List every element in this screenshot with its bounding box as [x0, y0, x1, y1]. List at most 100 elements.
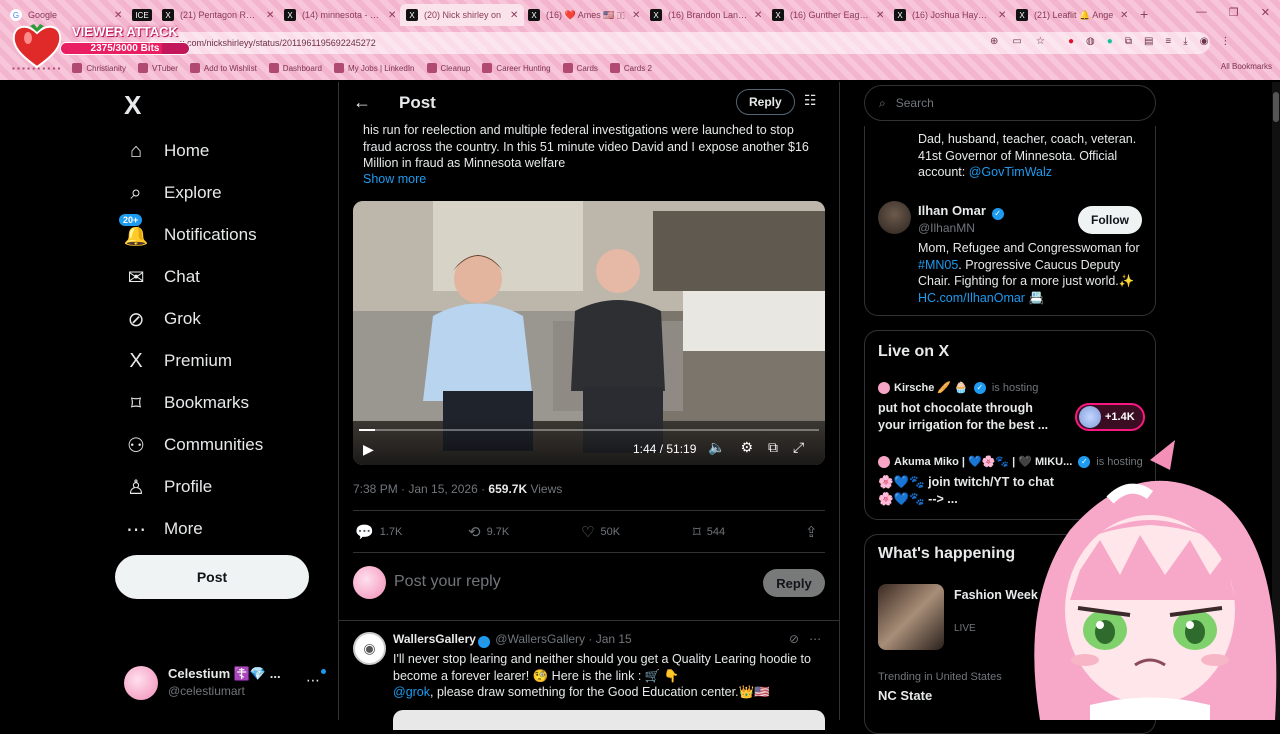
extension-icon[interactable]: ◍	[1086, 36, 1095, 47]
listeners-pill[interactable]: +1.4K	[1075, 403, 1145, 431]
bio-text: Mom, Refugee and Congresswoman for	[918, 241, 1140, 255]
repost-action[interactable]: ⟲ 9.7K	[468, 523, 509, 541]
fullscreen-icon[interactable]: ⤢	[793, 439, 804, 456]
nav-item-grok[interactable]: ⊘ Grok	[110, 298, 330, 340]
address-bar[interactable]: x.com/nickshirleyy/status/20119611956922…	[150, 32, 1210, 54]
video-progress-bar[interactable]	[359, 429, 819, 431]
download-icon[interactable]: ⤓	[1183, 36, 1187, 47]
bookmark-item[interactable]: Cards	[562, 63, 598, 73]
avatar[interactable]	[878, 201, 911, 234]
bookmark-item[interactable]: Cleanup	[426, 63, 471, 73]
bio-link[interactable]: @GovTimWalz	[969, 165, 1052, 179]
bookmark-label: Cleanup	[440, 63, 471, 73]
tab-close-icon[interactable]: ✕	[876, 10, 884, 21]
nav-item-notifications[interactable]: 🔔 20+ Notifications	[110, 213, 330, 256]
follow-button[interactable]: Follow	[1078, 206, 1142, 234]
tab-close-icon[interactable]: ✕	[998, 10, 1006, 21]
share-action[interactable]: ⇪	[805, 523, 818, 541]
play-icon[interactable]: ▶	[363, 441, 374, 458]
opera-icon[interactable]: ●	[1068, 36, 1074, 47]
tab-close-icon[interactable]: ✕	[632, 10, 640, 21]
grammarly-icon[interactable]: ●	[1107, 36, 1113, 47]
hashtag-link[interactable]: #MN05	[918, 258, 958, 272]
nav-item-home[interactable]: ⌂ Home	[110, 130, 330, 172]
browser-tab[interactable]: X (20) Nick shirley on ✕	[400, 4, 525, 26]
reply-submit-button[interactable]: Reply	[763, 569, 825, 597]
tab-close-icon[interactable]: ✕	[510, 10, 518, 21]
more-dots-icon[interactable]: ⋯	[809, 632, 821, 646]
star-icon[interactable]: ☆	[1036, 36, 1045, 47]
restore-icon[interactable]: ❐	[1229, 6, 1239, 19]
search-input[interactable]: ⌕ Search	[864, 85, 1156, 121]
trend-name[interactable]: NC State	[878, 688, 932, 703]
post-button[interactable]: Post	[115, 555, 309, 599]
browser-tab[interactable]: X (16) Brandon Lansdo ✕	[644, 4, 768, 26]
all-bookmarks[interactable]: All Bookmarks	[1221, 62, 1272, 71]
nav-item-profile[interactable]: ♙ Profile	[110, 466, 330, 508]
browser-tab[interactable]: X (21) Leaflit 🔔 Ange ✕	[1010, 4, 1134, 26]
close-icon[interactable]: ✕	[1261, 6, 1270, 19]
tab-title: (21) Pentagon Readi	[180, 10, 260, 20]
show-more-link[interactable]: Show more	[363, 172, 426, 186]
nav-item-premium[interactable]: X Premium	[110, 340, 330, 382]
scrollbar-thumb[interactable]	[1273, 92, 1279, 122]
bookmark-item[interactable]: My Jobs | LinkedIn	[333, 63, 415, 73]
account-switcher[interactable]: Celestium ☦️💎 ... @celestiumart ⋯	[124, 664, 334, 700]
nav-item-communities[interactable]: ⚇ Communities	[110, 424, 330, 466]
tab-close-icon[interactable]: ✕	[388, 10, 396, 21]
bookmark-item[interactable]: Career Hunting	[482, 63, 551, 73]
tune-icon[interactable]: ☷	[804, 92, 817, 109]
minimize-icon[interactable]: —	[1196, 6, 1207, 19]
bio-link[interactable]: HC.com/IlhanOmar	[918, 291, 1025, 305]
tweet-image[interactable]	[393, 710, 825, 730]
tweet-text: I'll never stop learing and neither shou…	[393, 651, 825, 701]
bookmark-item[interactable]: Add to Wishlist	[189, 63, 257, 73]
settings-icon[interactable]: ⚙	[740, 439, 753, 456]
bookmark-item[interactable]: Cards 2	[609, 63, 652, 73]
section-title: What's happening	[878, 545, 1016, 562]
bookmark-item[interactable]: Dashboard	[268, 63, 322, 73]
reply-action[interactable]: 💬 1.7K	[355, 523, 402, 541]
media-icon[interactable]: ≡	[1165, 36, 1171, 47]
folder-icon	[189, 63, 200, 73]
user-name[interactable]: Ilhan Omar ✓	[918, 203, 1006, 220]
back-arrow-icon[interactable]: ←	[353, 92, 371, 113]
video-player[interactable]: ▶ 1:44 / 51:19 🔈 ⚙ ⧉ ⤢	[353, 201, 825, 465]
tab-close-icon[interactable]: ✕	[754, 10, 762, 21]
tweet-author[interactable]: WallersGallery	[393, 632, 476, 646]
browser-tab[interactable]: X (16) ❤️ Ames 🇺🇸 🇮 ✕	[522, 4, 646, 26]
tab-close-icon[interactable]: ✕	[266, 10, 274, 21]
puzzle-icon[interactable]: ⧉	[1125, 36, 1132, 47]
bookmark-action[interactable]: ⌑ 544	[693, 523, 725, 541]
browser-tab[interactable]: X (16) Gunther Eaglem ✕	[766, 4, 890, 26]
event-image[interactable]	[878, 584, 944, 650]
browser-tab[interactable]: X (14) minnesota - Sea ✕	[278, 4, 402, 26]
nav-item-bookmarks[interactable]: ⌑ Bookmarks	[110, 382, 330, 424]
reply-header-button[interactable]: Reply	[736, 89, 795, 115]
like-action[interactable]: ♡ 50K	[581, 523, 620, 541]
profile-icon: ♙	[127, 476, 145, 499]
avatar	[124, 666, 158, 700]
zoom-icon[interactable]: ⊕	[990, 36, 998, 47]
mention-link[interactable]: @grok	[393, 685, 430, 699]
nav-item-explore[interactable]: ⌕ Explore	[110, 172, 330, 214]
nav-item-more[interactable]: ⋯ More	[110, 508, 330, 550]
grok-icon[interactable]: ⊘	[789, 632, 799, 646]
volume-icon[interactable]: 🔈	[708, 439, 725, 456]
menu-icon[interactable]: ⋮	[1220, 36, 1230, 47]
more-dots-icon[interactable]: ⋯	[306, 672, 320, 689]
reply-tweet[interactable]: ◉ WallersGallery ✓ @WallersGallery · Jan …	[353, 630, 825, 730]
sidebar-icon[interactable]: ▤	[1144, 36, 1153, 47]
nav-item-chat[interactable]: ✉ Chat	[110, 256, 330, 298]
reply-input[interactable]: Post your reply	[394, 573, 501, 591]
new-tab-button[interactable]: +	[1140, 6, 1148, 22]
tab-close-icon[interactable]: ✕	[1120, 10, 1128, 21]
profile-icon[interactable]: ◉	[1200, 36, 1209, 47]
cast-icon[interactable]: ▭	[1012, 36, 1021, 47]
bookmark-label: My Jobs | LinkedIn	[347, 63, 415, 73]
search-placeholder: Search	[895, 96, 934, 110]
nav-item-label: Notifications	[164, 225, 257, 244]
browser-tab[interactable]: X (16) Joshua Haymes ✕	[888, 4, 1012, 26]
x-logo-icon[interactable]: X	[124, 90, 141, 121]
pip-icon[interactable]: ⧉	[768, 439, 778, 456]
